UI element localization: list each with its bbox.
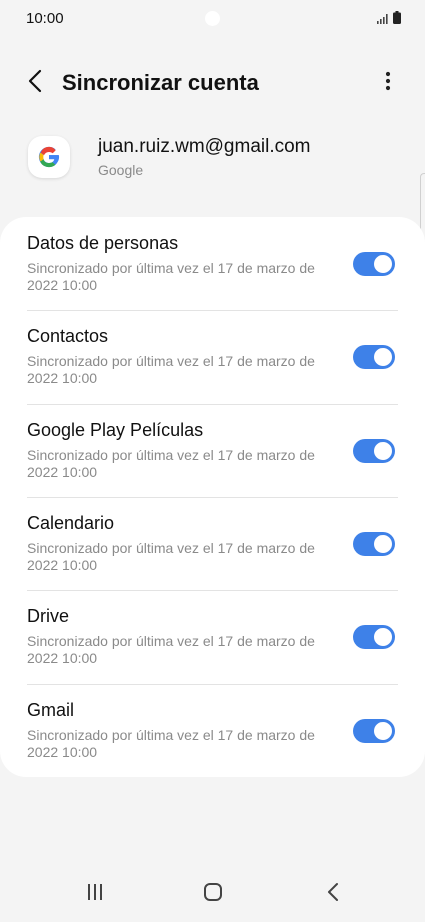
status-bar: 10:00 [0,0,425,38]
home-icon [203,882,223,907]
sync-item-title: Datos de personas [27,233,179,253]
more-vertical-icon [385,71,391,96]
sync-item-subtitle: Sincronizado por última vez el 17 de mar… [27,353,315,387]
navigation-bar [0,867,425,922]
sync-item-title: Calendario [27,512,115,533]
sync-item-title: Google Play Películas [27,419,204,440]
account-provider: Google [98,162,144,178]
toggle-knob [372,626,394,649]
google-logo-icon [28,136,70,178]
toggle-knob [372,346,394,369]
sync-item-calendario[interactable]: Calendario Sincronizado por última vez e… [0,496,425,590]
sync-item-title: Drive [27,606,70,627]
sync-toggle[interactable] [353,625,395,650]
status-time: 10:00 [26,10,64,27]
sync-toggle[interactable] [353,345,395,370]
sync-toggle[interactable] [353,438,395,463]
app-bar: Sincronizar cuenta [0,60,425,106]
sync-item-drive[interactable]: Drive Sincronizado por última vez el 17 … [0,590,425,683]
more-options-button[interactable] [373,68,403,98]
battery-icon [393,11,401,29]
sync-item-title: Contactos [27,326,109,347]
sync-item-datos-de-personas[interactable]: Datos de personas Sincronizado por últim… [0,217,425,310]
recents-icon [86,883,104,906]
back-button[interactable] [20,68,50,98]
account-email: juan.ruiz.wm@gmail.com [98,136,311,157]
toggle-knob [372,253,394,275]
sync-item-subtitle: Sincronizado por última vez el 17 de mar… [27,726,315,760]
sync-item-contactos[interactable]: Contactos Sincronizado por última vez el… [0,310,425,403]
signal-icon [377,11,389,29]
account-header: juan.ruiz.wm@gmail.com Google [0,128,425,192]
sync-toggle[interactable] [353,252,395,276]
sync-toggle[interactable] [353,531,395,556]
toggle-knob [372,532,394,555]
home-button[interactable] [198,881,228,907]
sync-toggle[interactable] [353,718,395,743]
sync-item-gmail[interactable]: Gmail Sincronizado por última vez el 17 … [0,683,425,777]
sync-item-subtitle: Sincronizado por última vez el 17 de mar… [27,539,315,573]
sync-item-google-play-peliculas[interactable]: Google Play Películas Sincronizado por ú… [0,403,425,497]
toggle-knob [372,439,394,462]
toggle-knob [372,719,394,742]
status-icons [377,11,401,29]
nav-back-icon [327,882,339,907]
sync-item-subtitle: Sincronizado por última vez el 17 de mar… [27,446,315,480]
back-arrow-icon [28,69,42,98]
nav-back-button[interactable] [318,881,348,907]
camera-cutout [205,11,220,26]
sync-item-subtitle: Sincronizado por última vez el 17 de mar… [27,633,315,667]
sync-item-subtitle: Sincronizado por última vez el 17 de mar… [27,260,315,293]
page-title: Sincronizar cuenta [62,70,259,95]
sync-items-card: Datos de personas Sincronizado por últim… [0,217,425,777]
sync-item-title: Gmail [27,699,75,720]
recents-button[interactable] [80,881,110,907]
